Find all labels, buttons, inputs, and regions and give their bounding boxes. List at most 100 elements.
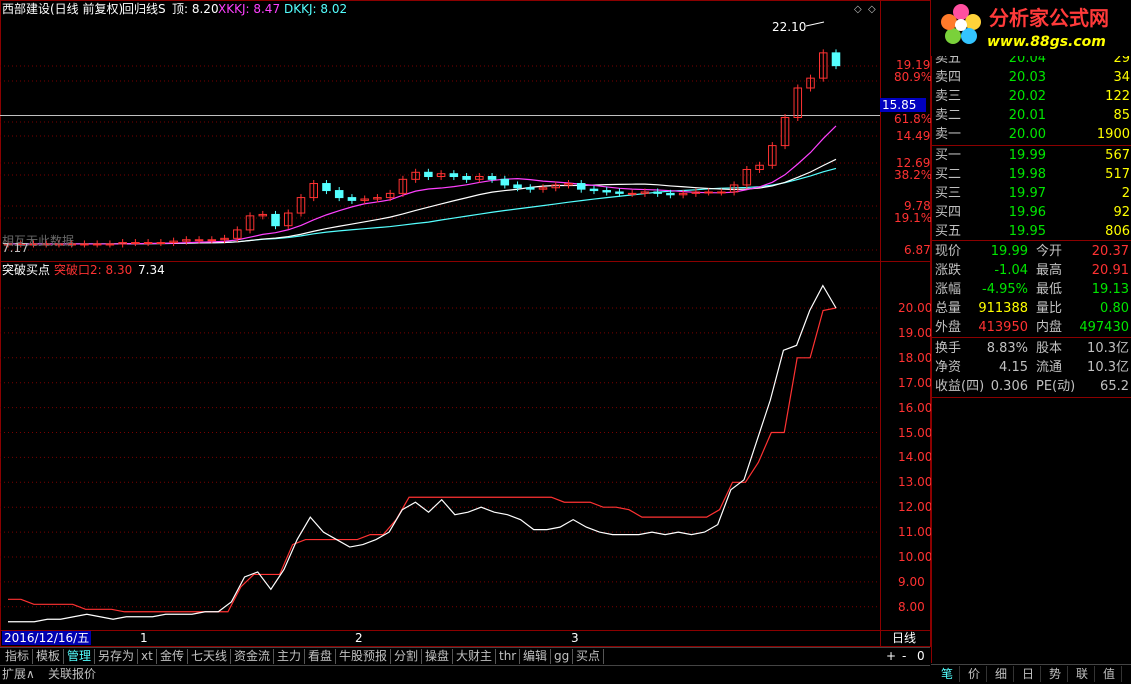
right-tab-item[interactable]: 笔 [935, 666, 960, 682]
chart-frame [0, 0, 931, 647]
fin-label: 净资 [935, 360, 962, 375]
tab-item[interactable]: 金传 [157, 649, 189, 664]
row-label: 买四 [935, 205, 962, 220]
axis-label: 11.00 [898, 525, 933, 540]
candle-body [322, 183, 331, 192]
bid-row[interactable]: 买三 19.97 2 [932, 184, 1131, 203]
row-label: 买三 [935, 186, 962, 201]
overlay-value: 7.17 [2, 241, 29, 255]
row-price: 19.97 [1008, 186, 1046, 201]
right-tab-item[interactable]: 势 [1043, 666, 1068, 682]
zoom-in-button[interactable]: + [886, 649, 896, 663]
row-volume: 122 [1105, 89, 1130, 104]
stat-value: 497430 [1079, 320, 1129, 335]
tab-item[interactable]: 看盘 [305, 649, 337, 664]
tab-item[interactable]: 大财主 [453, 649, 497, 664]
zoom-out-button[interactable]: - [902, 649, 906, 663]
candle-body [704, 191, 713, 194]
quote-panel: 卖五 20.04 29 卖四 20.03 34 卖三 20.02 122 卖二 20.01 85 卖一 2… [931, 0, 1131, 663]
bid-row[interactable]: 买四 19.96 92 [932, 203, 1131, 222]
axis-label: 8.00 [898, 599, 925, 614]
candle-body [105, 243, 115, 246]
fin-label: 流通 [1036, 360, 1063, 375]
candle-body [131, 242, 140, 245]
stat-value: 20.37 [1091, 244, 1129, 259]
candle-body [156, 242, 166, 245]
tab-item[interactable]: 编辑 [520, 649, 552, 664]
axis-label: 12.00 [898, 500, 933, 515]
fin-label: PE(动) [1036, 379, 1076, 394]
row-volume: 34 [1113, 70, 1130, 85]
tab-item[interactable]: 管理 [64, 649, 96, 664]
candle-body [92, 243, 102, 246]
diamond-icon: ◇ [854, 4, 862, 15]
tab-item[interactable]: 另存为 [95, 649, 139, 664]
right-tab-item[interactable]: 价 [962, 666, 987, 682]
candle-body [666, 192, 675, 196]
diamond-icon: ◇ [868, 4, 876, 15]
main-chart[interactable]: ◇ ◇ [0, 0, 931, 647]
right-tab-item[interactable]: 细 [989, 666, 1014, 682]
right-tab-item[interactable]: 值 [1097, 666, 1122, 682]
stat-label: 外盘 [935, 320, 962, 335]
fin-value: 8.83% [986, 341, 1028, 356]
axis-label: 16.00 [898, 400, 933, 415]
candle-body [271, 213, 280, 227]
candle-body [347, 197, 357, 201]
month-mark: 2 [355, 631, 363, 645]
axis-label: 61.8% [894, 112, 933, 126]
tab-item[interactable]: 买点 [573, 649, 605, 664]
tab-item[interactable]: 主力 [274, 649, 306, 664]
right-tab-item[interactable]: 日 [1016, 666, 1041, 682]
bid-row[interactable]: 买二 19.98 517 [932, 165, 1131, 184]
row-volume: 806 [1105, 224, 1130, 239]
tab-item[interactable]: gg [551, 649, 574, 664]
row-label: 卖四 [935, 70, 962, 85]
tab-item[interactable]: xt [138, 649, 157, 664]
row-label: 卖二 [935, 108, 962, 123]
row-volume: 2 [1121, 186, 1130, 201]
candle-body [487, 176, 497, 180]
row-volume: 517 [1105, 167, 1130, 182]
candle-body [194, 239, 204, 242]
row-price: 19.95 [1008, 224, 1046, 239]
stat-label: 总量 [935, 301, 962, 316]
stat-label: 涨幅 [935, 282, 962, 297]
expand-button[interactable]: 扩展∧ [2, 667, 35, 681]
tab-item[interactable]: 资金流 [231, 649, 275, 664]
axis-label: 10.00 [898, 550, 933, 564]
linked-quote-button[interactable]: 关联报价 [48, 667, 96, 681]
ask-row[interactable]: 卖四 20.03 34 [932, 68, 1131, 87]
row-volume: 567 [1105, 148, 1130, 163]
bid-row[interactable]: 买五 19.95 806 [932, 222, 1131, 241]
ask-row[interactable]: 卖二 20.01 85 [932, 106, 1131, 125]
tab-item[interactable]: 操盘 [422, 649, 454, 664]
period-label[interactable]: 日线 [892, 631, 916, 645]
tab-item[interactable]: 指标 [2, 649, 34, 664]
fin-value: 10.3亿 [1087, 341, 1129, 356]
candle-body [143, 242, 153, 245]
zoom-reset-button[interactable]: 0 [917, 649, 925, 663]
ask-row[interactable]: 卖三 20.02 122 [932, 87, 1131, 106]
right-tab-item[interactable]: 联 [1070, 666, 1095, 682]
axis-label: 14.49 [896, 129, 931, 143]
ask-row[interactable]: 卖一 20.00 1900 [932, 125, 1131, 144]
tab-item[interactable]: thr [496, 649, 521, 664]
bid-row[interactable]: 买一 19.99 567 [932, 146, 1131, 165]
tab-item[interactable]: 分割 [391, 649, 423, 664]
stat-label: 最高 [1036, 263, 1063, 278]
stat-label: 量比 [1036, 301, 1063, 316]
candle-body [526, 187, 535, 190]
row-label: 卖三 [935, 89, 962, 104]
candle-body [449, 173, 459, 178]
lower-panel-title: 突破买点 [2, 263, 51, 277]
axis-label: 9.00 [898, 574, 925, 589]
tab-item[interactable]: 七天线 [188, 649, 232, 664]
candle-body [576, 183, 586, 190]
tab-item[interactable]: 牛股预报 [336, 649, 392, 664]
tab-item[interactable]: 模板 [33, 649, 65, 664]
logo-url: www.88gs.com [987, 34, 1106, 50]
axis-label: 38.2% [894, 168, 933, 182]
candle-body [334, 190, 344, 199]
fin-value: 65.2 [1100, 379, 1129, 394]
